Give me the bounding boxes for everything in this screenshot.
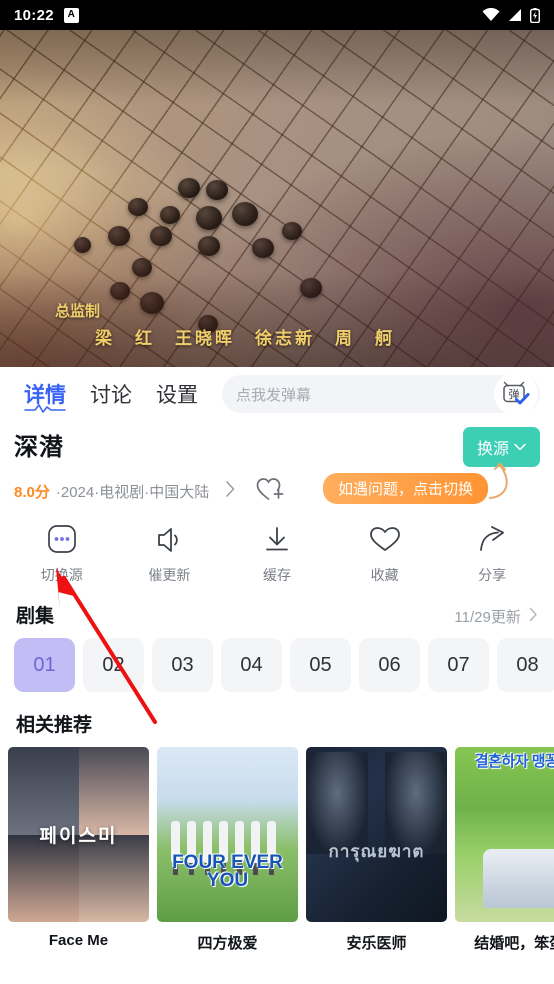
video-credits: 总监制 梁 红 王晓晖 徐志新 周 舸 <box>0 300 554 349</box>
episode-item[interactable]: 01 <box>14 638 75 692</box>
action-share[interactable]: 分享 <box>438 523 546 585</box>
recommend-list[interactable]: 페이스미 Face Me FOUR EVER YOU 四方极爱 การุณยฆา… <box>0 737 554 953</box>
action-download-label: 缓存 <box>262 567 291 583</box>
recommend-card[interactable]: 페이스미 Face Me <box>8 747 149 953</box>
status-icons <box>482 7 540 23</box>
danmaku-toggle-button[interactable]: 弹 <box>494 373 538 415</box>
action-row: 切换源 催更新 缓存 收藏 分享 <box>0 507 554 585</box>
tab-settings-label: 设置 <box>156 384 198 407</box>
recommend-title: 相关推荐 <box>16 715 93 736</box>
recommend-card[interactable]: การุณยฆาต 安乐医师 <box>306 747 447 953</box>
battery-icon <box>530 7 540 23</box>
episode-item[interactable]: 02 <box>83 638 144 692</box>
tab-detail[interactable]: 详情 <box>14 379 76 413</box>
poster-image: การุณยฆาต <box>306 747 447 922</box>
episode-list[interactable]: 01 02 03 04 05 06 07 08 <box>0 628 554 692</box>
action-switch-source[interactable]: 切换源 <box>8 523 116 585</box>
wifi-icon <box>482 8 500 21</box>
status-time: 10:22 <box>14 6 54 24</box>
download-icon <box>266 527 288 551</box>
meta-info: ·2024·电视剧·中国大陆 <box>55 484 210 501</box>
action-urge-update-label: 催更新 <box>148 567 191 583</box>
video-player[interactable]: 总监制 梁 红 王晓晖 徐志新 周 舸 <box>0 30 554 367</box>
action-favorite-label: 收藏 <box>370 567 399 583</box>
meta-chevron-icon[interactable] <box>225 480 236 503</box>
episodes-header: 剧集 11/29更新 <box>0 585 554 628</box>
action-share-label: 分享 <box>478 567 507 583</box>
episodes-title: 剧集 <box>16 606 55 627</box>
poster-overlay-text: FOUR EVER YOU <box>172 852 283 892</box>
poster-image: FOUR EVER YOU <box>157 747 298 922</box>
tab-settings[interactable]: 设置 <box>146 379 208 409</box>
danmaku-input[interactable]: 点我发弹幕 弹 <box>222 373 540 415</box>
chevron-right-icon <box>529 607 538 626</box>
recommend-card-title: 结婚吧，笨蛋... <box>474 935 554 952</box>
episode-item[interactable]: 03 <box>152 638 213 692</box>
tab-active-waveform-icon <box>23 396 67 420</box>
action-favorite[interactable]: 收藏 <box>331 523 439 585</box>
share-icon <box>480 526 505 551</box>
episode-item[interactable]: 06 <box>359 638 420 692</box>
recommend-card[interactable]: 결혼하자 맹꽁아! 结婚吧，笨蛋... <box>455 747 554 953</box>
episodes-update-link[interactable]: 11/29更新 <box>454 606 538 627</box>
detail-header: 深潜 换源 <box>0 421 554 467</box>
tooltip-curved-arrow-icon <box>482 455 516 506</box>
switch-source-tooltip: 如遇问题，点击切换 <box>322 473 488 504</box>
action-switch-source-label: 切换源 <box>40 567 83 583</box>
poster-image: 결혼하자 맹꽁아! <box>455 747 554 922</box>
status-bar: 10:22 A <box>0 0 554 30</box>
page-title: 深潜 <box>14 434 64 461</box>
app-badge-icon: A <box>63 7 79 23</box>
action-download[interactable]: 缓存 <box>223 523 331 585</box>
episode-item[interactable]: 07 <box>428 638 489 692</box>
tab-discussion[interactable]: 讨论 <box>80 379 142 409</box>
tab-discussion-label: 讨论 <box>90 384 132 407</box>
add-favorite-icon[interactable] <box>256 476 284 507</box>
action-urge-update[interactable]: 催更新 <box>116 523 224 585</box>
more-dots-icon <box>47 525 76 553</box>
rating-score: 8.0分 <box>14 484 50 501</box>
episodes-update-label: 11/29更新 <box>454 609 521 626</box>
episode-item[interactable]: 08 <box>497 638 554 692</box>
heart-icon <box>369 527 400 551</box>
poster-overlay-text: 결혼하자 맹꽁아! <box>474 753 554 770</box>
chevron-down-icon <box>514 443 526 451</box>
danmaku-icon: 弹 <box>503 381 530 405</box>
recommend-card-title: 四方极爱 <box>197 935 258 952</box>
signal-icon <box>509 9 521 21</box>
poster-image: 페이스미 <box>8 747 149 922</box>
speaker-icon <box>158 528 179 552</box>
poster-overlay-text: การุณยฆาต <box>328 842 425 861</box>
credit-names: 梁 红 王晓晖 徐志新 周 舸 <box>95 329 395 348</box>
tab-bar: 详情 讨论 设置 点我发弹幕 弹 <box>0 367 554 421</box>
danmaku-placeholder: 点我发弹幕 <box>236 386 312 404</box>
recommend-card-title: 安乐医师 <box>346 935 407 952</box>
credit-role: 总监制 <box>55 304 101 320</box>
recommend-card[interactable]: FOUR EVER YOU 四方极爱 <box>157 747 298 953</box>
episode-item[interactable]: 04 <box>221 638 282 692</box>
poster-overlay-text: 페이스미 <box>39 825 118 847</box>
recommend-card-title: Face Me <box>48 932 109 949</box>
episode-item[interactable]: 05 <box>290 638 351 692</box>
